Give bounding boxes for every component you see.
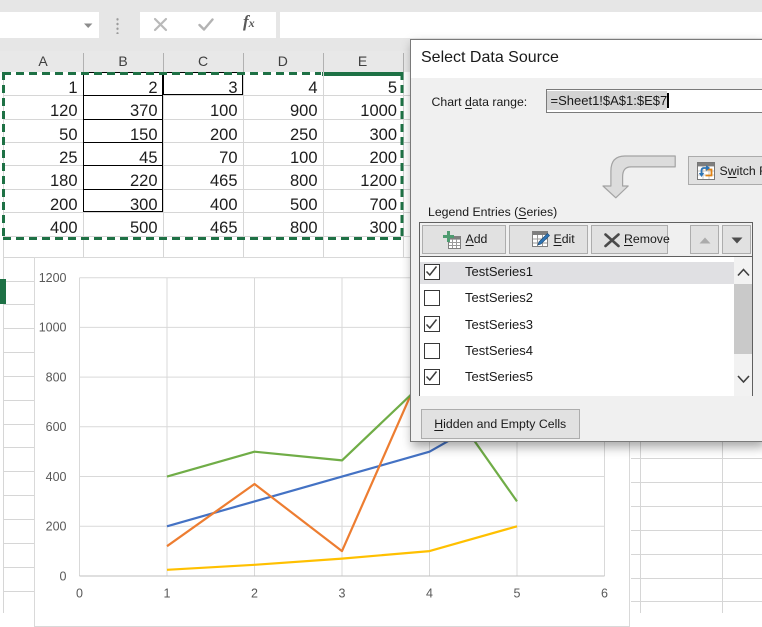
svg-text:3: 3 [338,587,345,601]
svg-text:5: 5 [513,587,520,601]
svg-text:600: 600 [45,420,66,434]
svg-text:1200: 1200 [38,271,66,285]
svg-text:2: 2 [251,587,258,601]
svg-text:4: 4 [426,587,433,601]
svg-text:200: 200 [45,520,66,534]
svg-text:1: 1 [163,587,170,601]
svg-text:1000: 1000 [38,321,66,335]
svg-text:6: 6 [601,587,608,601]
svg-text:800: 800 [45,370,66,384]
svg-text:0: 0 [76,587,83,601]
svg-text:0: 0 [59,569,66,583]
svg-text:400: 400 [45,470,66,484]
